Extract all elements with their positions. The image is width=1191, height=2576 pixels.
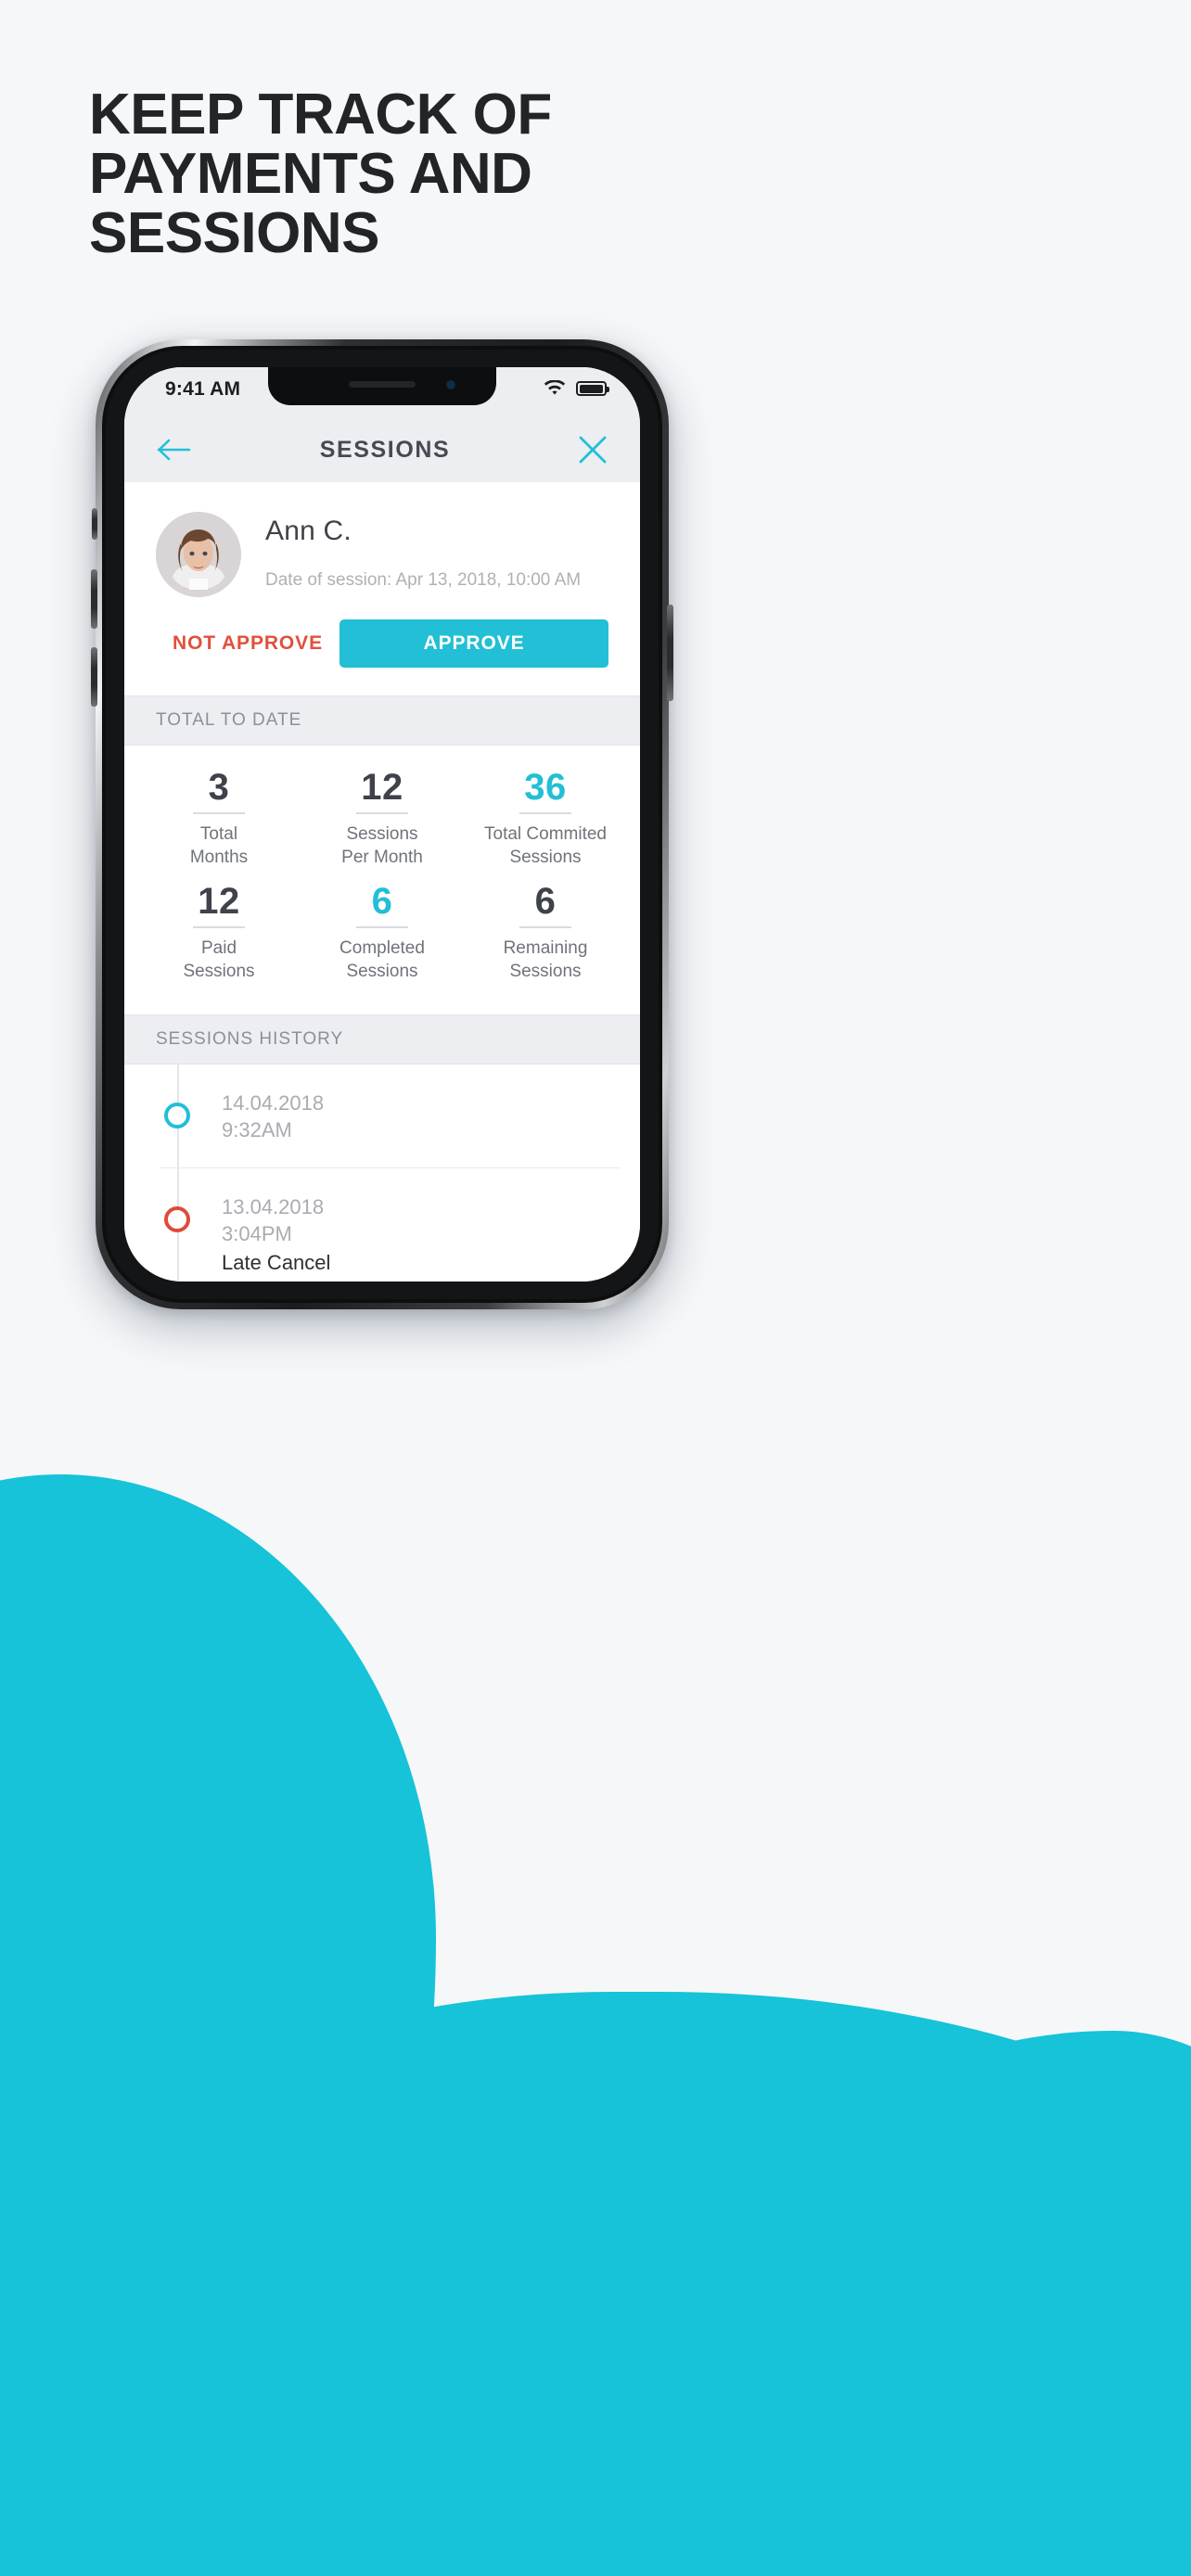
stat-cell: 12 Paid Sessions <box>137 880 301 983</box>
stat-value: 6 <box>534 881 557 923</box>
stat-cell: 12 Sessions Per Month <box>301 766 464 869</box>
stat-cell: 6 Remaining Sessions <box>464 880 627 983</box>
history-time: 9:32AM <box>222 1118 292 1142</box>
status-bar-indicators <box>544 380 609 397</box>
stat-label-line2: Sessions <box>509 962 582 982</box>
arrow-left-icon <box>157 439 191 461</box>
stat-underline <box>193 926 245 929</box>
close-button[interactable] <box>577 434 608 465</box>
session-date: Date of session: Apr 13, 2018, 10:00 AM <box>265 570 582 590</box>
approval-actions: NOT APPROVE APPROVE <box>124 597 640 695</box>
stat-cell: 3 Total Months <box>137 766 301 869</box>
stat-label-line1: Paid <box>200 938 237 959</box>
stat-value: 12 <box>198 881 240 923</box>
list-item[interactable]: 14.04.2018 9:32AM <box>160 1065 620 1169</box>
volume-up-button[interactable] <box>91 569 97 629</box>
user-avatar <box>156 512 241 597</box>
close-icon <box>579 436 607 464</box>
status-dot-cancel <box>164 1206 190 1233</box>
avatar <box>156 512 241 597</box>
not-approve-button[interactable]: NOT APPROVE <box>156 632 339 655</box>
sessions-history-header: SESSIONS HISTORY <box>124 1014 640 1065</box>
stat-label-line2: Months <box>189 848 249 868</box>
history-date: 14.04.2018 <box>222 1091 325 1116</box>
volume-down-button[interactable] <box>91 647 97 707</box>
list-item[interactable]: 13.04.2018 3:04PM Late Cancel <box>160 1168 620 1282</box>
stat-cell: 6 Completed Sessions <box>301 880 464 983</box>
stat-underline <box>356 812 408 814</box>
profile-info: Ann C. Date of session: Apr 13, 2018, 10… <box>265 512 581 591</box>
total-to-date-header: TOTAL TO DATE <box>124 695 640 746</box>
history-time: 3:04PM <box>222 1222 292 1246</box>
stat-value: 12 <box>361 767 403 808</box>
stat-value: 6 <box>371 881 393 923</box>
status-bar-time: 9:41 AM <box>165 378 241 400</box>
stat-label-line1: Sessions <box>346 824 418 844</box>
history-note: Late Cancel <box>222 1251 331 1275</box>
back-button[interactable] <box>156 438 193 462</box>
stat-underline <box>356 926 408 929</box>
sessions-history-list: 14.04.2018 9:32AM 13.04.2018 3:04PM Late… <box>124 1065 640 1282</box>
headline-line-3: SESSIONS <box>89 200 380 265</box>
history-entry-info: 14.04.2018 9:32AM <box>222 1090 324 1143</box>
front-camera <box>446 380 455 389</box>
stat-label-line2: Per Month <box>341 848 423 868</box>
stat-label-line2: Sessions <box>509 848 582 868</box>
stat-label-line1: Total <box>199 824 238 844</box>
client-name: Ann C. <box>265 516 352 546</box>
stat-value: 3 <box>208 767 230 808</box>
stat-underline <box>519 812 571 814</box>
stat-label-line1: Completed <box>339 938 425 959</box>
status-bar: 9:41 AM <box>124 367 640 421</box>
stat-label-line2: Sessions <box>183 962 255 982</box>
device-notch <box>268 367 496 405</box>
power-button[interactable] <box>667 605 673 701</box>
stat-label-line1: Remaining <box>503 938 588 959</box>
history-date: 13.04.2018 <box>222 1195 325 1219</box>
mute-switch[interactable] <box>92 508 97 540</box>
phone-screen: 9:41 AM SESSIONS Ann C. Date of session:… <box>124 367 640 1282</box>
stat-cell: 36 Total Commited Sessions <box>464 766 627 869</box>
stat-underline <box>519 926 571 929</box>
page-title: SESSIONS <box>319 436 451 463</box>
headline-line-1: KEEP TRACK OF <box>89 83 552 147</box>
stat-label-line2: Sessions <box>346 962 418 982</box>
history-entry-info: 13.04.2018 3:04PM Late Cancel <box>222 1193 330 1277</box>
status-dot-ok <box>164 1103 190 1129</box>
stat-underline <box>193 812 245 814</box>
stat-value: 36 <box>524 767 567 808</box>
battery-icon <box>576 381 609 396</box>
phone-mockup: 9:41 AM SESSIONS Ann C. Date of session:… <box>91 339 673 1309</box>
earpiece-speaker <box>349 381 416 388</box>
headline-line-2: PAYMENTS AND <box>89 141 532 206</box>
promo-headline: KEEP TRACK OF PAYMENTS AND SESSIONS <box>89 85 738 263</box>
client-profile: Ann C. Date of session: Apr 13, 2018, 10… <box>124 482 640 597</box>
stats-grid: 3 Total Months 12 Sessions Per Month 36 … <box>124 746 640 1015</box>
stat-label-line1: Total Commited <box>484 824 607 844</box>
wifi-icon <box>544 380 566 395</box>
app-nav-bar: SESSIONS <box>124 421 640 482</box>
approve-button[interactable]: APPROVE <box>339 619 608 668</box>
